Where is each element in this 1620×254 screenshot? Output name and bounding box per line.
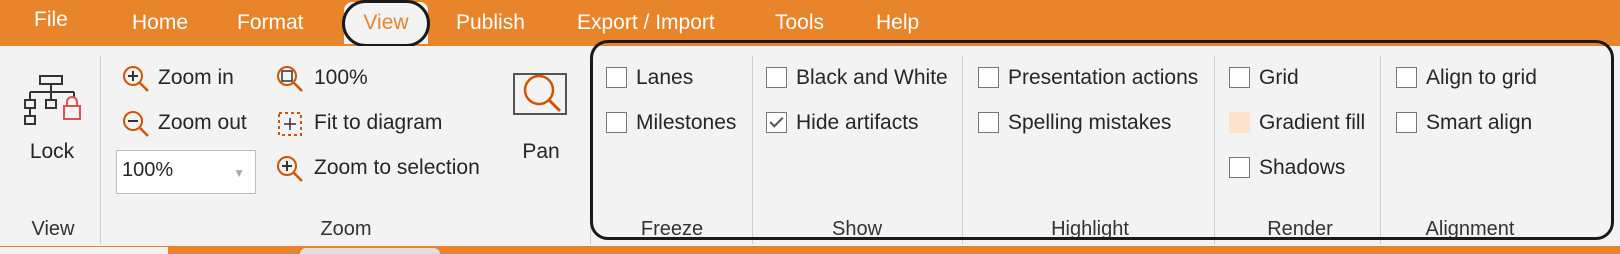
actual-size-button[interactable]: 100% (276, 63, 376, 93)
zoom-level-value: 100% (122, 159, 174, 181)
zoom-out-button[interactable]: Zoom out (122, 108, 262, 138)
group-label-freeze: Freeze (640, 218, 704, 240)
smart-align-checkbox-box[interactable] (1396, 112, 1417, 133)
group-separator (962, 56, 963, 244)
black-and-white-checkbox-box[interactable] (766, 67, 787, 88)
tab-publish[interactable]: Publish (456, 6, 525, 40)
bottom-tab-segment (0, 247, 168, 254)
grid-checkbox[interactable]: Grid (1229, 63, 1329, 93)
shadows-label: Shadows (1259, 156, 1346, 179)
tab-view[interactable]: View (344, 2, 428, 44)
spelling-mistakes-checkbox[interactable]: Spelling mistakes (978, 108, 1188, 138)
black-and-white-checkbox[interactable]: Black and White (766, 63, 956, 93)
zoom-in-icon (123, 66, 149, 92)
lock-hierarchy-icon (24, 75, 81, 125)
align-to-grid-checkbox-box[interactable] (1396, 67, 1417, 88)
tab-tools[interactable]: Tools (775, 6, 824, 40)
group-separator (100, 56, 101, 244)
spelling-mistakes-label: Spelling mistakes (1008, 111, 1172, 134)
fit-to-diagram-label: Fit to diagram (314, 111, 443, 134)
align-to-grid-label: Align to grid (1426, 66, 1537, 89)
pan-button[interactable]: Pan (518, 138, 564, 166)
group-label-show: Show (831, 218, 883, 240)
zoom-to-selection-icon (277, 156, 303, 182)
lanes-checkbox-box[interactable] (606, 67, 627, 88)
zoom-level-combobox[interactable]: 100% ▼ (116, 150, 256, 194)
group-separator (590, 56, 591, 244)
fit-to-diagram-button[interactable]: Fit to diagram (276, 108, 456, 138)
align-to-grid-checkbox[interactable]: Align to grid (1396, 63, 1556, 93)
black-and-white-label: Black and White (796, 66, 948, 89)
lock-button[interactable]: Lock (28, 138, 76, 166)
presentation-actions-checkbox[interactable]: Presentation actions (978, 63, 1208, 93)
pan-icon (513, 73, 567, 115)
presentation-actions-label: Presentation actions (1008, 66, 1199, 89)
shadows-checkbox-box[interactable] (1229, 157, 1250, 178)
gradient-fill-label: Gradient fill (1259, 111, 1366, 134)
group-separator (1380, 56, 1381, 244)
group-separator (752, 56, 753, 244)
group-label-alignment: Alignment (1425, 218, 1515, 240)
spelling-mistakes-checkbox-box[interactable] (978, 112, 999, 133)
hide-artifacts-checkbox-box[interactable] (766, 112, 787, 133)
tab-help[interactable]: Help (876, 6, 919, 40)
group-label-zoom: Zoom (320, 218, 372, 240)
fit-to-diagram-icon (278, 112, 302, 136)
chevron-down-icon[interactable]: ▼ (233, 166, 245, 180)
tab-file[interactable]: File (34, 3, 68, 37)
smart-align-label: Smart align (1426, 111, 1533, 134)
zoom-out-icon (123, 111, 149, 137)
shadows-checkbox[interactable]: Shadows (1229, 153, 1349, 183)
zoom-to-selection-label: Zoom to selection (314, 156, 480, 179)
lanes-label: Lanes (636, 66, 694, 89)
lanes-checkbox[interactable]: Lanes (606, 63, 716, 93)
hide-artifacts-label: Hide artifacts (796, 111, 919, 134)
presentation-actions-checkbox-box[interactable] (978, 67, 999, 88)
menu-tab-bar: File Home Format View Publish Export / I… (0, 0, 1620, 46)
gradient-fill-checkbox-box[interactable] (1229, 112, 1250, 133)
hide-artifacts-checkbox[interactable]: Hide artifacts (766, 108, 936, 138)
zoom-in-label: Zoom in (158, 66, 234, 89)
group-label-view: View (31, 218, 75, 240)
grid-checkbox-box[interactable] (1229, 67, 1250, 88)
zoom-in-button[interactable]: Zoom in (122, 63, 252, 93)
group-label-render: Render (1267, 218, 1333, 240)
group-label-highlight: Highlight (1051, 218, 1129, 240)
tab-home[interactable]: Home (132, 6, 188, 40)
gradient-fill-checkbox[interactable]: Gradient fill (1229, 108, 1379, 138)
bottom-tab-segment (300, 248, 440, 254)
tab-export-import[interactable]: Export / Import (577, 6, 715, 40)
smart-align-checkbox[interactable]: Smart align (1396, 108, 1546, 138)
actual-size-label: 100% (314, 66, 368, 89)
milestones-checkbox-box[interactable] (606, 112, 627, 133)
actual-size-icon (277, 66, 303, 92)
grid-label: Grid (1259, 66, 1299, 89)
group-separator (1214, 56, 1215, 244)
bottom-accent-bar (0, 246, 1620, 254)
tab-format[interactable]: Format (237, 6, 304, 40)
zoom-to-selection-button[interactable]: Zoom to selection (276, 153, 496, 183)
milestones-label: Milestones (636, 111, 737, 134)
zoom-out-label: Zoom out (158, 111, 247, 134)
milestones-checkbox[interactable]: Milestones (606, 108, 746, 138)
